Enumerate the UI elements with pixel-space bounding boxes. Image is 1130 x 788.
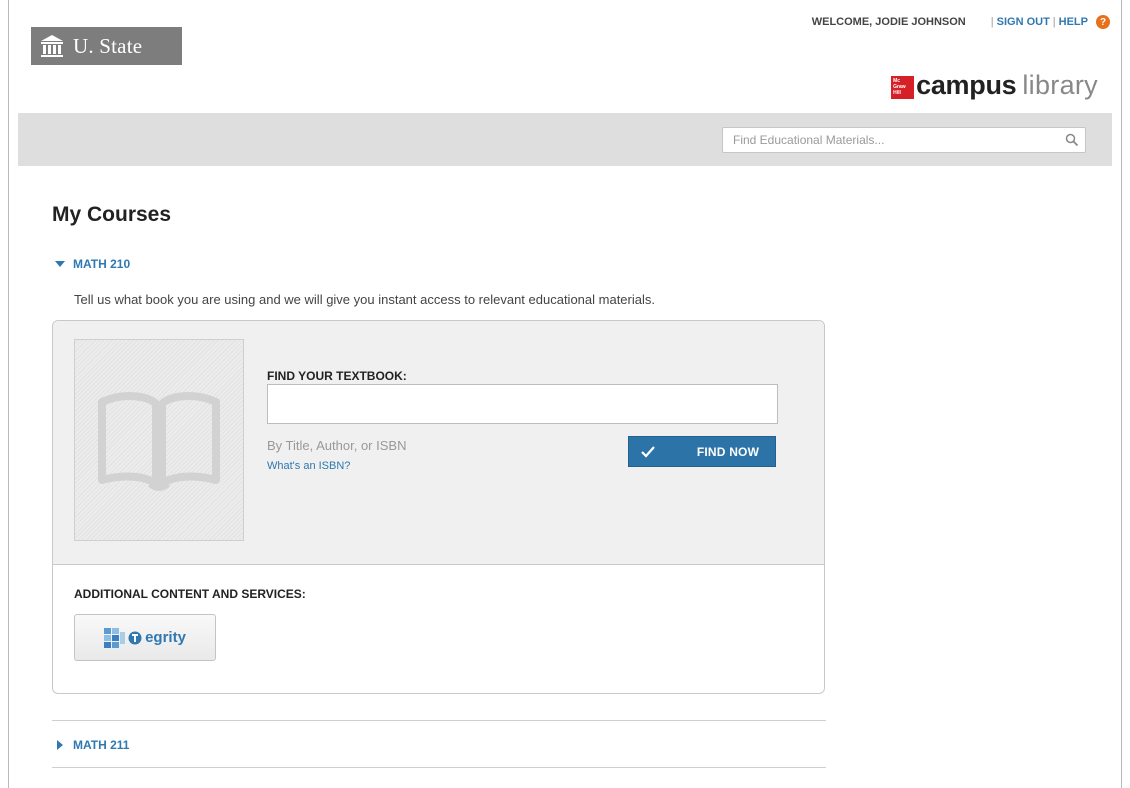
textbook-search-input[interactable]	[267, 384, 778, 424]
find-now-button[interactable]: FIND NOW	[628, 436, 776, 467]
checkmark-icon	[633, 445, 663, 458]
tegrity-label: egrity	[145, 629, 186, 646]
search-hint: By Title, Author, or ISBN	[267, 438, 407, 453]
course-toggle-math-210[interactable]: MATH 210	[55, 257, 130, 271]
divider	[52, 767, 826, 768]
divider	[52, 720, 826, 721]
course-panel: FIND YOUR TEXTBOOK: By Title, Author, or…	[52, 320, 825, 694]
course-name: MATH 210	[73, 257, 131, 271]
course-toggle-math-211[interactable]: MATH 211	[55, 738, 129, 752]
whats-an-isbn-link[interactable]: What's an ISBN?	[267, 460, 350, 472]
university-logo[interactable]: U. State	[31, 27, 182, 65]
sign-out-link[interactable]: SIGN OUT	[997, 16, 1050, 28]
mcgraw-hill-logo-icon: Mc Graw Hill	[891, 75, 915, 99]
search-input[interactable]	[723, 128, 1059, 152]
user-bar: WELCOME, JODIE JOHNSON | SIGN OUT | HELP…	[812, 15, 1110, 29]
institution-pillar-icon	[41, 35, 63, 57]
caret-right-icon	[57, 740, 63, 750]
site-search-box	[722, 127, 1086, 153]
find-now-label: FIND NOW	[696, 444, 760, 459]
search-band	[18, 113, 1112, 166]
find-textbook-label: FIND YOUR TEXTBOOK:	[267, 369, 407, 383]
open-book-icon	[98, 392, 220, 491]
campus-library-brand: Mc Graw Hill campus library	[891, 70, 1098, 101]
course-intro-text: Tell us what book you are using and we w…	[74, 292, 655, 307]
textbook-finder: FIND YOUR TEXTBOOK: By Title, Author, or…	[53, 321, 824, 565]
tegrity-grid-icon	[104, 627, 126, 648]
logo-text: U. State	[73, 33, 143, 58]
separator: |	[1052, 16, 1056, 28]
caret-down-icon	[55, 261, 65, 267]
tegrity-t-circle-icon	[128, 631, 142, 644]
help-link[interactable]: HELP	[1059, 16, 1088, 28]
course-name: MATH 211	[73, 738, 130, 752]
separator: |	[990, 16, 994, 28]
additional-content-label: ADDITIONAL CONTENT AND SERVICES:	[74, 587, 306, 601]
page-title: My Courses	[52, 203, 172, 226]
tegrity-service-button[interactable]: egrity	[74, 614, 216, 661]
welcome-text: WELCOME, JODIE JOHNSON	[811, 16, 966, 28]
brand-campus-text: campus	[916, 70, 1017, 100]
brand-library-text: library	[1022, 70, 1098, 100]
search-icon[interactable]	[1059, 128, 1085, 152]
help-icon[interactable]: ?	[1096, 15, 1110, 29]
book-placeholder-image	[74, 339, 244, 541]
